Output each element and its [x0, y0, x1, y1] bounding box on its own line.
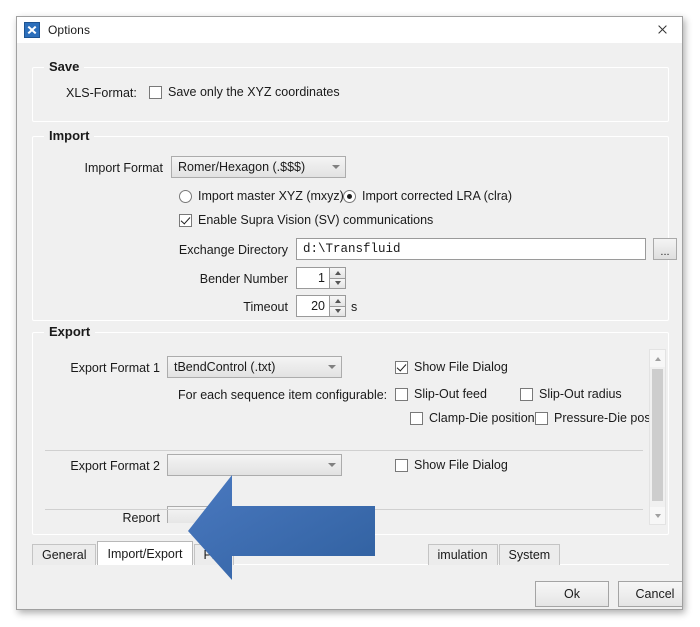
export-format-1-value: tBendControl (.txt): [174, 360, 276, 374]
slip-out-feed-checkbox[interactable]: Slip-Out feed: [395, 387, 487, 401]
pressure-die-position-checkbox[interactable]: Pressure-Die position: [535, 411, 657, 425]
export-group: Export Export Format 1 tBendControl (.tx…: [32, 324, 669, 535]
checkbox-label: Show File Dialog: [414, 458, 508, 472]
import-format-combobox[interactable]: Romer/Hexagon (.$$$): [171, 156, 346, 178]
title-bar: Options: [17, 17, 682, 44]
timeout-value[interactable]: 20: [296, 295, 329, 317]
browse-directory-button[interactable]: ...: [653, 238, 677, 260]
options-dialog-window: Options Save XLS-Format: Save only the X…: [16, 16, 683, 610]
export-format-2-show-dialog-checkbox[interactable]: Show File Dialog: [395, 458, 508, 472]
clamp-die-position-checkbox[interactable]: Clamp-Die position: [410, 411, 535, 425]
checkbox-label: Save only the XYZ coordinates: [168, 85, 340, 99]
timeout-unit-label: s: [351, 300, 358, 314]
tab-system[interactable]: System: [498, 544, 561, 565]
radio-circle: [179, 189, 192, 203]
checkbox-box: [395, 458, 408, 472]
dialog-client-area: Save XLS-Format: Save only the XYZ coord…: [17, 43, 682, 609]
bender-number-label: Bender Number: [199, 272, 288, 286]
window-title: Options: [48, 23, 91, 37]
checkbox-label: Slip-Out feed: [414, 387, 487, 401]
close-icon[interactable]: [642, 17, 682, 42]
export-format-1-combobox[interactable]: tBendControl (.txt): [167, 356, 342, 378]
checkbox-box: [395, 387, 408, 401]
scrollbar-up-icon[interactable]: [650, 350, 665, 367]
tab-simulation[interactable]: imulation: [427, 544, 498, 565]
radio-label: Import corrected LRA (clra): [362, 189, 513, 203]
timeout-stepper[interactable]: 20: [296, 295, 346, 317]
exchange-directory-label: Exchange Directory: [178, 243, 288, 257]
exchange-directory-value: d:\Transfluid: [303, 242, 401, 256]
chevron-down-icon: [323, 365, 341, 369]
sequence-item-note: For each sequence item configurable:: [178, 388, 388, 402]
export-format-1-show-dialog-checkbox[interactable]: Show File Dialog: [395, 360, 508, 374]
checkbox-box: [535, 411, 548, 425]
save-group-title: Save: [44, 59, 85, 74]
checkbox-box: [149, 85, 162, 99]
scrollbar-down-icon[interactable]: [650, 507, 665, 524]
import-format-value: Romer/Hexagon (.$$$): [178, 160, 306, 174]
stepper-up-icon[interactable]: [329, 295, 346, 306]
tab-general[interactable]: General: [32, 544, 97, 565]
radio-import-master-xyz[interactable]: Import master XYZ (mxyz): [179, 189, 344, 203]
checkbox-box: [520, 387, 533, 401]
checkbox-box: [179, 213, 192, 227]
report-label: Report: [122, 511, 160, 523]
tab-bar: General Import/Export Pr imulation Syste…: [32, 541, 561, 565]
chevron-down-icon: [323, 463, 341, 467]
checkbox-label: Show File Dialog: [414, 360, 508, 374]
import-group: Import Import Format Romer/Hexagon (.$$$…: [32, 128, 677, 321]
import-group-title: Import: [44, 128, 95, 143]
stepper-up-icon[interactable]: [329, 267, 346, 278]
checkbox-label: Clamp-Die position: [429, 411, 535, 425]
bender-number-value[interactable]: 1: [296, 267, 329, 289]
chevron-down-icon: [323, 515, 341, 519]
stepper-buttons[interactable]: [329, 267, 346, 289]
exchange-directory-input[interactable]: d:\Transfluid: [296, 238, 646, 260]
scrollbar-thumb[interactable]: [652, 369, 663, 501]
checkbox-label: Enable Supra Vision (SV) communications: [198, 213, 434, 227]
export-group-title: Export: [44, 324, 96, 339]
slip-out-radius-checkbox[interactable]: Slip-Out radius: [520, 387, 622, 401]
cancel-button[interactable]: Cancel: [618, 581, 682, 607]
export-scrollbar[interactable]: [649, 349, 666, 525]
tab-import-export[interactable]: Import/Export: [97, 541, 193, 565]
timeout-label: Timeout: [243, 300, 288, 314]
import-format-label: Import Format: [84, 161, 164, 175]
export-scroll-content: Export Format 1 tBendControl (.txt) Show…: [45, 351, 657, 523]
checkbox-label: Pressure-Die position: [554, 411, 657, 425]
radio-circle: [343, 189, 356, 203]
enable-supra-vision-checkbox[interactable]: Enable Supra Vision (SV) communications: [179, 213, 433, 227]
checkbox-label: Slip-Out radius: [539, 387, 622, 401]
export-format-2-combobox[interactable]: [167, 454, 342, 476]
bender-number-stepper[interactable]: 1: [296, 267, 346, 289]
export-divider-1: [45, 450, 643, 451]
xls-format-label: XLS-Format:: [66, 86, 137, 100]
export-divider-2: [45, 509, 643, 510]
tools-icon: [24, 22, 40, 38]
stepper-down-icon[interactable]: [329, 277, 346, 289]
radio-import-corrected-lra[interactable]: Import corrected LRA (clra): [343, 189, 512, 203]
tab-process[interactable]: Pr: [193, 544, 234, 565]
stepper-buttons[interactable]: [329, 295, 346, 317]
stepper-down-icon[interactable]: [329, 305, 346, 317]
radio-label: Import master XYZ (mxyz): [198, 189, 344, 203]
checkbox-box: [395, 360, 408, 374]
save-group: Save XLS-Format: Save only the XYZ coord…: [32, 59, 669, 122]
save-xyz-only-checkbox[interactable]: Save only the XYZ coordinates: [149, 85, 340, 99]
export-format-2-label: Export Format 2: [70, 459, 160, 473]
checkbox-box: [410, 411, 423, 425]
ok-button[interactable]: Ok: [535, 581, 609, 607]
export-format-1-label: Export Format 1: [70, 361, 160, 375]
chevron-down-icon: [327, 165, 345, 169]
